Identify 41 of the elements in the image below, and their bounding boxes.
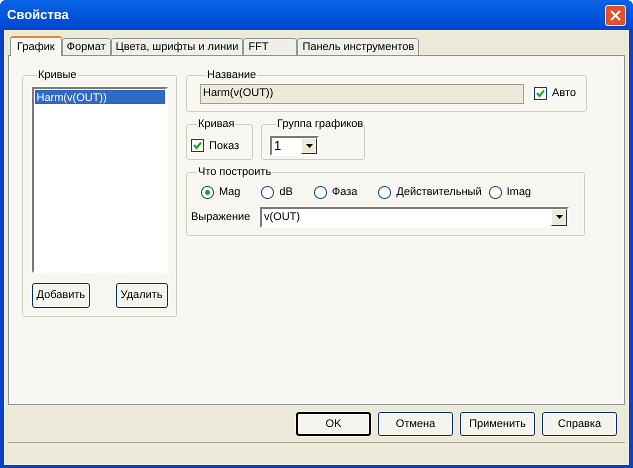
tab[interactable]: График (10, 36, 62, 56)
radio-label: Mag (219, 185, 240, 200)
checkbox[interactable] (191, 139, 204, 152)
push-button[interactable]: Применить (460, 412, 535, 436)
radio-label: Фаза (332, 185, 358, 200)
tab[interactable]: Панель инструментов (297, 38, 420, 55)
tab[interactable]: Цвета, шрифты и линии (110, 38, 244, 55)
window-title: Свойства (7, 6, 70, 24)
checkbox-label: Авто (552, 86, 576, 102)
group-title: Группа графиков (276, 117, 364, 132)
radio-button[interactable] (488, 186, 502, 199)
push-button[interactable]: Удалить (116, 283, 168, 308)
group-title: Что построить (197, 165, 272, 180)
curve-list[interactable]: Harm(v(OUT)) (32, 86, 168, 273)
close-icon (610, 10, 621, 20)
radio-button[interactable] (378, 186, 392, 199)
expression-dropdown[interactable]: v(OUT) (260, 206, 569, 228)
push-button[interactable]: OK (296, 412, 371, 436)
radio-label: Imag (506, 185, 532, 200)
list-item[interactable]: Harm(v(OUT)) (34, 90, 164, 104)
checkbox-label: Показ (209, 138, 240, 154)
group-title: Кривые (37, 68, 78, 83)
radio-label: Действительный (396, 185, 482, 200)
push-button[interactable]: Справка (542, 412, 617, 436)
radio-label: dB (279, 185, 293, 200)
group-title: Название (206, 68, 258, 83)
dropdown-value: v(OUT) (263, 210, 302, 225)
dropdown-value: 1 (273, 137, 282, 155)
name-field[interactable]: Harm(v(OUT)) (200, 84, 524, 104)
radio-button[interactable] (314, 186, 327, 199)
tab[interactable]: FFT (243, 38, 298, 55)
expression-label: Выражение (191, 210, 252, 225)
push-button[interactable]: Отмена (378, 412, 453, 436)
checkbox[interactable] (534, 87, 547, 100)
close-button[interactable] (605, 4, 626, 26)
radio-button[interactable] (201, 186, 214, 199)
plot-group-dropdown[interactable]: 1 (270, 136, 319, 156)
group-title: Кривая (197, 117, 236, 132)
push-button[interactable]: Добавить (32, 283, 90, 308)
tab[interactable]: Формат (62, 38, 111, 55)
radio-button[interactable] (261, 186, 274, 199)
